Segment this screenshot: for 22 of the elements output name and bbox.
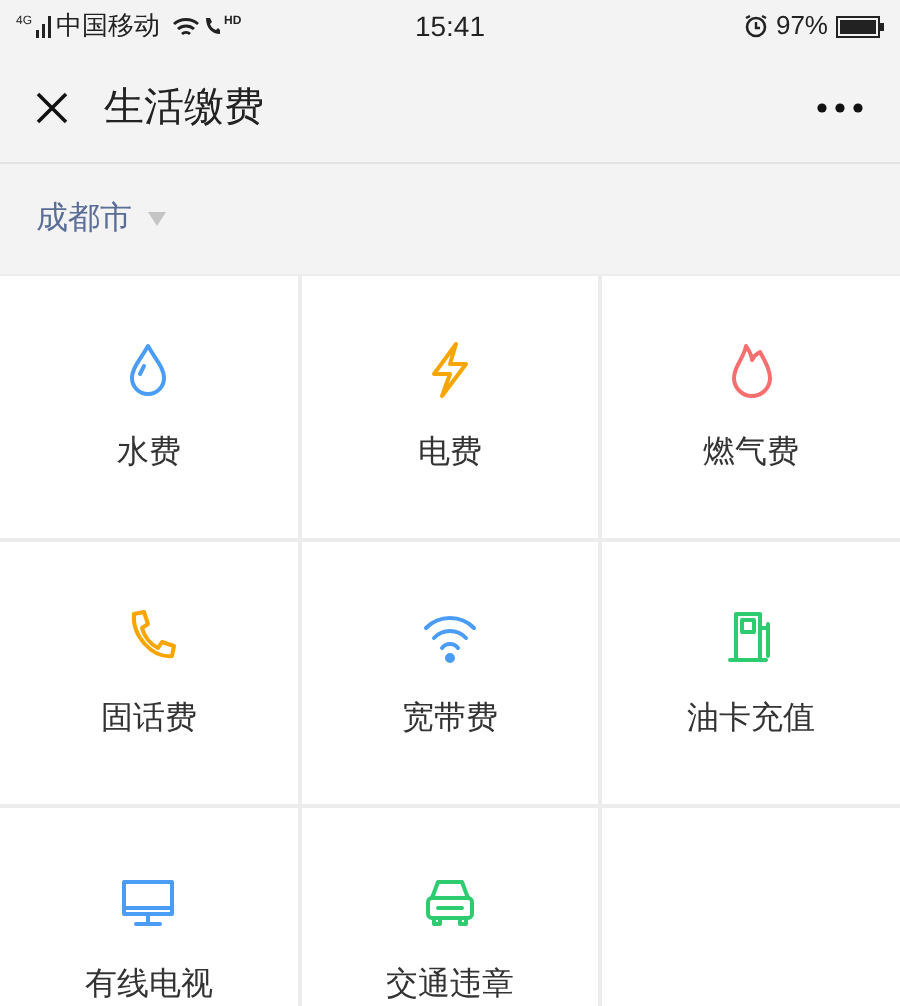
signal-icon [36, 15, 53, 37]
service-tile[interactable]: 有线电视 [0, 808, 298, 1006]
phone-icon [204, 16, 221, 36]
more-icon [816, 101, 864, 113]
wifi-icon [172, 15, 201, 37]
service-tile[interactable]: 宽带费 [301, 542, 599, 804]
service-tile[interactable]: 交通违章 [301, 808, 599, 1006]
battery-icon [836, 15, 884, 37]
close-icon [34, 89, 70, 125]
city-selector[interactable]: 成都市 [36, 195, 166, 243]
service-tile[interactable]: 燃气费 [602, 276, 900, 538]
service-tile[interactable]: 油卡充值 [602, 542, 900, 804]
service-tile[interactable]: 固话费 [0, 542, 298, 804]
close-button[interactable] [32, 87, 72, 127]
alarm-icon [743, 14, 768, 38]
carrier-name: 中国移动 [56, 8, 161, 45]
caret-icon [148, 212, 166, 226]
service-tile[interactable]: 电费 [301, 276, 599, 538]
clock-time: 15:41 [412, 7, 488, 45]
page-title: 生活缴费 [104, 83, 266, 133]
service-tile[interactable]: 水费 [0, 276, 298, 538]
battery-percent: 97% [775, 8, 828, 45]
